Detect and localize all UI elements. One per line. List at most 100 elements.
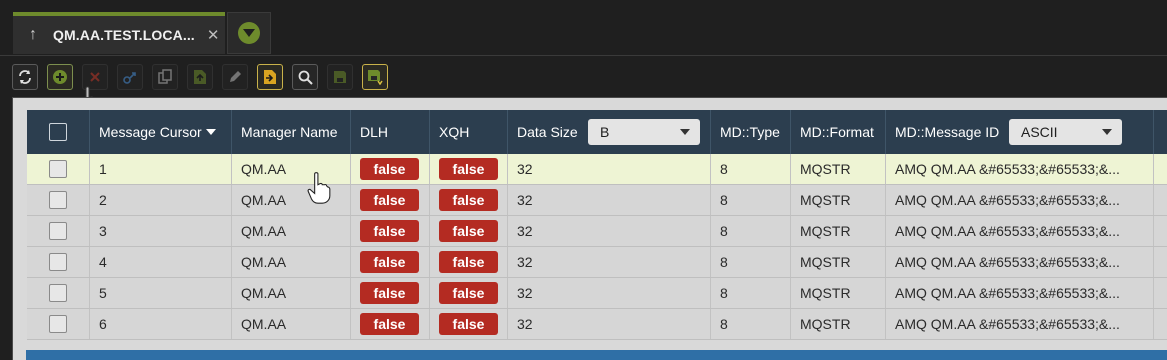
- cell-message-cursor: 3: [90, 216, 232, 246]
- cell-data-size: 32: [508, 309, 711, 339]
- header-manager-name-label: Manager Name: [241, 124, 338, 140]
- move-icon: [123, 72, 136, 84]
- cell-manager-name: QM.AA: [232, 185, 351, 215]
- dlh-badge: false: [360, 158, 419, 180]
- cell-data-size-text: 32: [517, 161, 533, 177]
- cell-message-cursor: 1: [90, 154, 232, 184]
- import-button[interactable]: [257, 64, 283, 90]
- add-message-button[interactable]: [47, 64, 73, 90]
- row-checkbox[interactable]: [49, 253, 67, 271]
- header-xqh[interactable]: XQH: [430, 110, 508, 154]
- header-message-cursor[interactable]: Message Cursor: [90, 110, 232, 154]
- cell-next-column: [1154, 247, 1167, 277]
- header-data-size[interactable]: Data Size B: [508, 110, 711, 154]
- move-button[interactable]: [117, 64, 143, 90]
- cell-manager-name: QM.AA: [232, 309, 351, 339]
- chevron-down-icon: [238, 22, 260, 44]
- cell-md-format-text: MQSTR: [800, 316, 851, 332]
- table-row[interactable]: 2 QM.AA false false 32 8 MQSTR AMQ QM.AA &#6553…: [27, 185, 1167, 216]
- save-icon: [334, 71, 346, 83]
- row-select-cell: [27, 216, 90, 246]
- data-size-unit-dropdown[interactable]: B: [588, 119, 700, 145]
- queue-tab[interactable]: ↑ QM.AA.TEST.LOCA... ✕: [13, 12, 225, 54]
- search-icon: [298, 70, 313, 85]
- row-select-cell: [27, 185, 90, 215]
- cell-md-type-text: 8: [720, 285, 728, 301]
- arrow-up-icon: ↑: [29, 26, 37, 43]
- cell-md-message-id: AMQ QM.AA &#65533;&#65533;&...: [886, 247, 1154, 277]
- cell-data-size-text: 32: [517, 192, 533, 208]
- cell-md-type-text: 8: [720, 161, 728, 177]
- cell-dlh: false: [351, 185, 430, 215]
- header-md-message-id-label: MD::Message ID: [895, 124, 1000, 140]
- copy-button[interactable]: [152, 64, 178, 90]
- cell-md-message-id-text: AMQ QM.AA &#65533;&#65533;&...: [895, 285, 1120, 301]
- cell-md-type: 8: [711, 154, 791, 184]
- cell-manager-name: QM.AA: [232, 154, 351, 184]
- cell-data-size-text: 32: [517, 285, 533, 301]
- table-row[interactable]: 1 QM.AA false false 32 8 MQSTR AMQ QM.AA &#6553…: [27, 154, 1167, 185]
- save-button[interactable]: [327, 64, 353, 90]
- cell-data-size: 32: [508, 247, 711, 277]
- header-md-type-label: MD::Type: [720, 124, 780, 140]
- dlh-badge: false: [360, 251, 419, 273]
- export-button[interactable]: [187, 64, 213, 90]
- cell-md-type-text: 8: [720, 254, 728, 270]
- dlh-badge: false: [360, 313, 419, 335]
- header-md-format-label: MD::Format: [800, 124, 874, 140]
- row-checkbox[interactable]: [49, 222, 67, 240]
- row-checkbox[interactable]: [49, 191, 67, 209]
- file-export-icon: [194, 70, 206, 84]
- table-row[interactable]: 4 QM.AA false false 32 8 MQSTR AMQ QM.AA &#6553…: [27, 247, 1167, 278]
- header-manager-name[interactable]: Manager Name: [232, 110, 351, 154]
- cell-data-size: 32: [508, 185, 711, 215]
- table-row[interactable]: 6 QM.AA false false 32 8 MQSTR AMQ QM.AA &#6553…: [27, 309, 1167, 340]
- header-md-message-id[interactable]: MD::Message ID ASCII: [886, 110, 1154, 154]
- cell-md-message-id-text: AMQ QM.AA &#65533;&#65533;&...: [895, 161, 1120, 177]
- close-icon[interactable]: ✕: [207, 26, 220, 44]
- save-download-icon: [368, 70, 383, 85]
- row-checkbox[interactable]: [49, 315, 67, 333]
- cell-message-cursor: 4: [90, 247, 232, 277]
- cell-message-cursor-text: 5: [99, 285, 107, 301]
- cell-dlh: false: [351, 247, 430, 277]
- refresh-icon: [19, 70, 31, 84]
- xqh-badge: false: [439, 158, 498, 180]
- tab-strip: ↑ QM.AA.TEST.LOCA... ✕: [0, 0, 1167, 56]
- cell-message-cursor-text: 2: [99, 192, 107, 208]
- message-id-encoding-dropdown[interactable]: ASCII: [1009, 119, 1122, 145]
- tab-menu-button[interactable]: [227, 12, 271, 54]
- cell-manager-name-text: QM.AA: [241, 223, 287, 239]
- hand-cursor-icon: [307, 172, 331, 204]
- table-row[interactable]: 5 QM.AA false false 32 8 MQSTR AMQ QM.AA &#6553…: [27, 278, 1167, 309]
- cell-md-type: 8: [711, 216, 791, 246]
- cell-md-format: MQSTR: [791, 185, 886, 215]
- header-dlh[interactable]: DLH: [351, 110, 430, 154]
- select-all-checkbox[interactable]: [49, 123, 67, 141]
- cell-data-size-text: 32: [517, 254, 533, 270]
- cell-md-message-id-text: AMQ QM.AA &#65533;&#65533;&...: [895, 223, 1120, 239]
- row-checkbox[interactable]: [49, 160, 67, 178]
- header-next-column[interactable]: [1154, 110, 1167, 154]
- header-md-type[interactable]: MD::Type: [711, 110, 791, 154]
- search-button[interactable]: [292, 64, 318, 90]
- messages-panel: Message Cursor Manager Name DLH XQH Data…: [12, 97, 1167, 360]
- cell-md-format: MQSTR: [791, 247, 886, 277]
- close-icon: [90, 72, 100, 82]
- table-row[interactable]: 3 QM.AA false false 32 8 MQSTR AMQ QM.AA &#6553…: [27, 216, 1167, 247]
- tab-title: QM.AA.TEST.LOCA...: [53, 27, 195, 43]
- header-message-cursor-label: Message Cursor: [99, 124, 202, 140]
- save-all-button[interactable]: [362, 64, 388, 90]
- horizontal-scrollbar[interactable]: [26, 350, 1167, 360]
- row-select-cell: [27, 154, 90, 184]
- cell-data-size: 32: [508, 216, 711, 246]
- header-data-size-label: Data Size: [517, 124, 578, 140]
- cell-md-message-id-text: AMQ QM.AA &#65533;&#65533;&...: [895, 316, 1120, 332]
- cell-manager-name-text: QM.AA: [241, 316, 287, 332]
- row-checkbox[interactable]: [49, 284, 67, 302]
- edit-button[interactable]: [222, 64, 248, 90]
- header-md-format[interactable]: MD::Format: [791, 110, 886, 154]
- row-select-cell: [27, 247, 90, 277]
- cell-md-format-text: MQSTR: [800, 254, 851, 270]
- refresh-button[interactable]: [12, 64, 38, 90]
